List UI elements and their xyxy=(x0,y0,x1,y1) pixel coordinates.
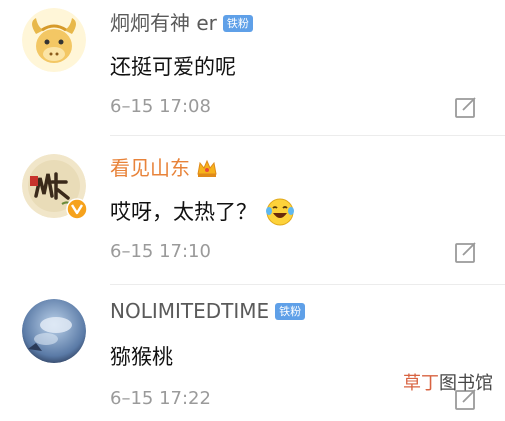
verified-v-icon xyxy=(66,198,88,220)
username[interactable]: NOLIMITEDTIME xyxy=(110,298,269,324)
username[interactable]: 炯炯有神 er xyxy=(110,10,217,36)
comment-text: 哎呀，太热了？ xyxy=(110,200,257,224)
comment-item: 炯炯有神 er 铁粉 还挺可爱的呢 6–15 17:08 xyxy=(0,0,505,135)
watermark-part1: 草丁 xyxy=(403,373,439,394)
comment-text: 还挺可爱的呢 xyxy=(110,55,236,79)
edit-icon[interactable] xyxy=(454,240,478,264)
comment-item: 看见山东 哎呀，太热了？ 6–15 17:10 xyxy=(0,136,505,284)
username[interactable]: 看见山东 xyxy=(110,155,190,181)
comment-item: NOLIMITEDTIME 铁粉 猕猴桃 6–15 17:22 xyxy=(0,285,505,421)
avatar[interactable] xyxy=(22,8,86,72)
comment-text-row: 还挺可爱的呢 xyxy=(110,53,236,81)
sky-clouds-avatar-icon xyxy=(22,299,86,363)
fan-badge: 铁粉 xyxy=(275,302,306,320)
fan-badge: 铁粉 xyxy=(222,14,253,32)
avatar[interactable] xyxy=(22,299,86,363)
timestamp: 6–15 17:10 xyxy=(110,241,211,262)
timestamp: 6–15 17:22 xyxy=(110,388,211,409)
cartoon-ox-avatar-icon xyxy=(22,8,86,72)
edit-icon[interactable] xyxy=(454,95,478,119)
laughing-tears-emoji-icon xyxy=(266,198,294,226)
comment-text-row: 哎呀，太热了？ xyxy=(110,197,295,227)
comment-text-row: 猕猴桃 xyxy=(110,343,173,371)
watermark: 草丁图书馆 xyxy=(403,372,493,396)
watermark-part2: 图书馆 xyxy=(439,373,493,394)
timestamp: 6–15 17:08 xyxy=(110,96,211,117)
comment-text: 猕猴桃 xyxy=(110,345,173,369)
crown-icon xyxy=(197,159,217,177)
